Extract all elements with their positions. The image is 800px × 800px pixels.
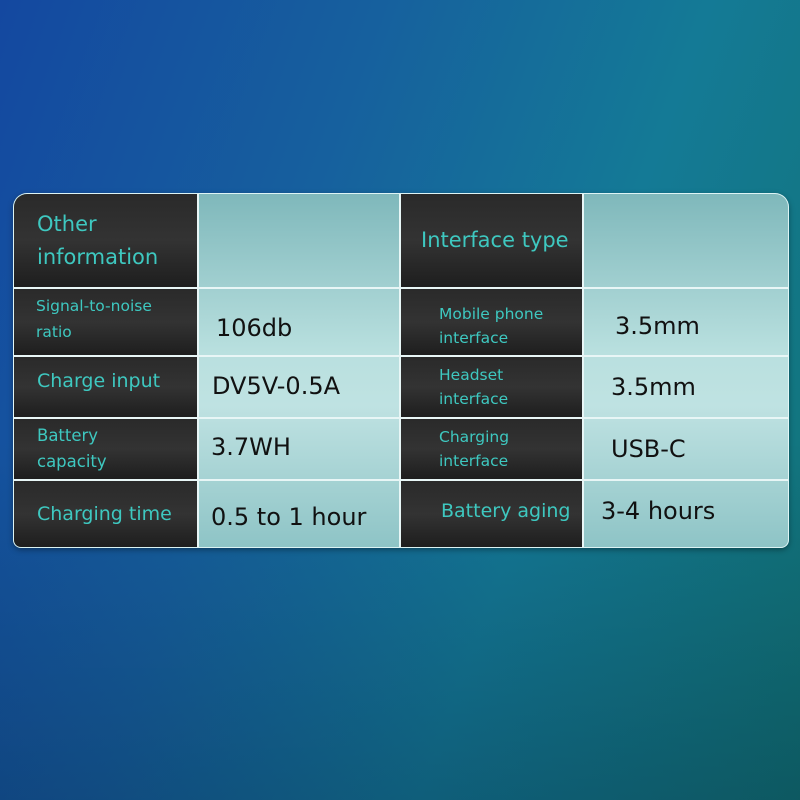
spec-label: Charging interface bbox=[439, 427, 510, 470]
spec-label-cell: Charging time bbox=[14, 479, 197, 547]
spec-value-cell: 3.5mm bbox=[582, 287, 788, 355]
spec-label-cell: Charge input bbox=[14, 355, 197, 417]
left-header-value-cell bbox=[197, 194, 399, 287]
left-header-label: Other information bbox=[37, 211, 159, 269]
spec-value-cell: 0.5 to 1 hour bbox=[197, 479, 399, 547]
spec-label: Mobile phone interface bbox=[439, 304, 544, 347]
left-header-cell: Other information bbox=[14, 194, 197, 287]
right-header-value-cell bbox=[582, 194, 788, 287]
right-header-label: Interface type bbox=[421, 227, 569, 252]
spec-value: 3.7WH bbox=[211, 433, 291, 461]
spec-value: 3.5mm bbox=[615, 312, 700, 340]
spec-label: Battery aging bbox=[441, 499, 571, 522]
spec-value-cell: 106db bbox=[197, 287, 399, 355]
spec-label-cell: Signal-to-noise ratio bbox=[14, 287, 197, 355]
spec-value-cell: 3.7WH bbox=[197, 417, 399, 479]
spec-label-cell: Mobile phone interface bbox=[399, 287, 582, 355]
spec-value: 3-4 hours bbox=[601, 497, 716, 525]
spec-label-cell: Charging interface bbox=[399, 417, 582, 479]
spec-value: 0.5 to 1 hour bbox=[211, 503, 367, 531]
spec-value: DV5V-0.5A bbox=[212, 372, 341, 400]
spec-label: Headset interface bbox=[439, 365, 509, 408]
spec-label-cell: Battery aging bbox=[399, 479, 582, 547]
spec-label: Battery capacity bbox=[37, 425, 107, 471]
spec-value-cell: DV5V-0.5A bbox=[197, 355, 399, 417]
spec-value: 3.5mm bbox=[611, 373, 696, 401]
spec-value-cell: 3.5mm bbox=[582, 355, 788, 417]
spec-label-cell: Battery capacity bbox=[14, 417, 197, 479]
spec-value: USB-C bbox=[611, 435, 686, 463]
spec-value-cell: USB-C bbox=[582, 417, 788, 479]
spec-label-cell: Headset interface bbox=[399, 355, 582, 417]
spec-value: 106db bbox=[216, 314, 293, 342]
spec-label: Charge input bbox=[37, 369, 161, 392]
spec-table: Other information Interface type Signal-… bbox=[13, 193, 789, 548]
spec-label: Signal-to-noise ratio bbox=[36, 296, 152, 341]
spec-label: Charging time bbox=[37, 502, 172, 525]
spec-grid: Other information Interface type Signal-… bbox=[14, 194, 788, 547]
spec-value-cell: 3-4 hours bbox=[582, 479, 788, 547]
right-header-cell: Interface type bbox=[399, 194, 582, 287]
